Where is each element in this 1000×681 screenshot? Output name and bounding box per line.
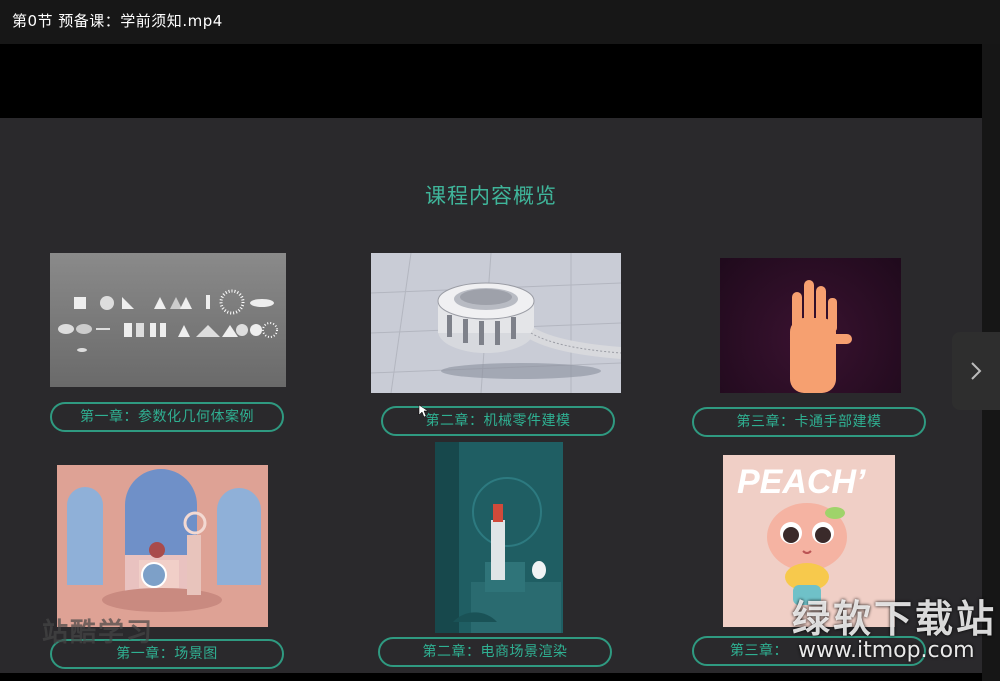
chapter-card-1[interactable]: 第一章：参数化几何体案例 — [50, 402, 284, 432]
video-watermark-left: 站酷学习 — [42, 618, 155, 648]
thumb-ecommerce-render — [435, 442, 563, 633]
window-title: 第0节 预备课：学前须知.mp4 — [0, 0, 1000, 44]
geometry-shapes-image — [58, 289, 278, 352]
lipstick-render-image — [435, 442, 561, 633]
thumb-mechanical-part — [371, 253, 621, 393]
cartoon-hand-image — [790, 280, 852, 393]
chevron-right-icon — [971, 362, 982, 380]
slide-title: 课程内容概览 — [425, 184, 557, 208]
site-watermark: 绿软下载站 — [792, 597, 998, 641]
chapter-card-5[interactable]: 第二章：电商场景渲染 — [378, 637, 612, 667]
chapter-card-3[interactable]: 第三章：卡通手部建模 — [692, 407, 926, 437]
site-url-watermark: www.itmop.com — [798, 638, 975, 663]
thumb-scene — [57, 465, 268, 627]
thumb-parametric-geometry — [50, 253, 286, 387]
arch-scene-image — [57, 465, 268, 627]
thumb-cartoon-hand — [720, 258, 901, 393]
mouse-cursor-icon — [418, 404, 428, 418]
chapter-card-2[interactable]: 第二章：机械零件建模 — [381, 406, 615, 436]
mechanical-part-image — [371, 253, 621, 393]
next-slide-button[interactable] — [952, 332, 1000, 410]
